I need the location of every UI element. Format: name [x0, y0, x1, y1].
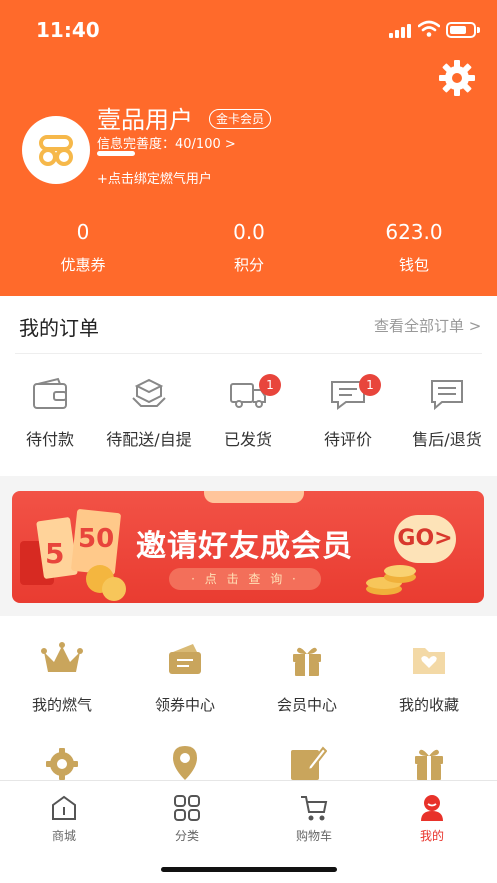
tab-label: 分类: [174, 829, 199, 843]
order-after-sales[interactable]: 售后/退货: [397, 376, 497, 450]
invite-friends-banner[interactable]: 5 50 邀请好友成会员 · 点 击 查 询 · GO>: [12, 491, 484, 603]
feature-coupon-center[interactable]: 领券中心: [125, 640, 245, 715]
wallet-icon: [33, 377, 67, 409]
folder-heart-icon: [413, 648, 445, 674]
signal-icon: [389, 24, 413, 38]
stat-label: 优惠券: [60, 256, 106, 274]
gift-box-icon: [415, 749, 443, 780]
feature-label: 我的燃气: [31, 696, 92, 714]
feature-label: 我的收藏: [398, 696, 459, 714]
user-name: 壹品用户: [97, 106, 193, 134]
avatar[interactable]: [22, 116, 90, 184]
order-label: 待付款: [25, 430, 74, 449]
stat-label: 积分: [233, 256, 264, 274]
order-label: 售后/退货: [412, 430, 482, 449]
feature-label: 领券中心: [154, 696, 215, 714]
banner-go-button[interactable]: GO>: [394, 515, 456, 563]
feature-label: 会员中心: [276, 696, 337, 714]
view-all-orders-link[interactable]: 查看全部订单 >: [374, 315, 481, 336]
home-icon: [52, 795, 76, 820]
bind-gas-user-link[interactable]: +点击绑定燃气用户: [97, 168, 212, 187]
stat-value: 623.0: [385, 220, 443, 244]
order-pending-review[interactable]: 待评价: [298, 376, 398, 450]
stat-label: 钱包: [398, 256, 429, 274]
order-shipped[interactable]: 已发货: [198, 376, 298, 450]
stat-points[interactable]: 0.0 积分: [189, 220, 309, 275]
message-icon: [431, 380, 463, 411]
order-pending-delivery[interactable]: 待配送/自提: [99, 376, 199, 450]
banner-logo-pill: [204, 491, 304, 503]
status-bar: 11:40: [0, 0, 497, 60]
svg-text:5: 5: [45, 537, 64, 570]
orders-section: 我的订单 查看全部订单 > 待付款 待配送/自提 已发货 1 待评价 1 售后/…: [0, 296, 497, 476]
brand-logo-icon: [39, 135, 73, 166]
profile-header: 11:40 壹品用户 金卡会员 信息完善度：40/100 > +点击绑定燃气用户…: [0, 0, 497, 296]
banner-query-button[interactable]: · 点 击 查 询 ·: [169, 568, 321, 590]
tab-category[interactable]: 分类: [142, 793, 232, 844]
order-label: 已发货: [223, 430, 272, 449]
feature-my-gas[interactable]: 我的燃气: [2, 640, 122, 715]
features-grid: 我的燃气 领券中心 会员中心 我的收藏: [0, 616, 497, 784]
shipped-count-badge: 1: [259, 374, 281, 396]
feature-member-center[interactable]: 会员中心: [247, 640, 367, 715]
tab-mall[interactable]: 商城: [19, 793, 109, 844]
feature-my-favorites[interactable]: 我的收藏: [369, 640, 489, 715]
location-pin-icon: [173, 746, 197, 780]
coupon-icon: [169, 644, 201, 674]
banner-section: 5 50 邀请好友成会员 · 点 击 查 询 · GO>: [0, 476, 497, 616]
stat-value: 0: [76, 220, 90, 244]
review-count-badge: 1: [359, 374, 381, 396]
settings-gear-icon[interactable]: [438, 59, 476, 97]
order-label: 待配送/自提: [106, 430, 192, 449]
svg-text:50: 50: [78, 524, 114, 554]
battery-icon: [446, 22, 480, 38]
feature-edit[interactable]: [247, 744, 367, 782]
stat-wallet[interactable]: 623.0 钱包: [354, 220, 474, 275]
info-progress-bar: [97, 151, 135, 156]
stat-value: 0.0: [233, 220, 265, 244]
stat-coupons[interactable]: 0 优惠券: [23, 220, 143, 275]
order-pending-payment[interactable]: 待付款: [0, 376, 100, 450]
user-icon: [421, 795, 443, 821]
divider: [15, 353, 482, 354]
tab-cart[interactable]: 购物车: [269, 793, 359, 844]
cart-icon: [301, 796, 328, 821]
feature-location[interactable]: [125, 744, 245, 782]
banner-title: 邀请好友成会员: [136, 529, 353, 564]
coins-icon: [366, 565, 416, 595]
status-time: 11:40: [36, 18, 100, 42]
tab-mine[interactable]: 我的: [387, 793, 477, 844]
tab-label: 购物车: [295, 829, 332, 843]
gear-icon: [46, 748, 78, 780]
home-indicator: [161, 867, 337, 872]
package-icon: [132, 378, 166, 407]
crown-icon: [41, 642, 83, 672]
wifi-icon: [418, 20, 440, 37]
edit-note-icon: [291, 746, 327, 780]
gift-icon: [293, 647, 321, 676]
coupon-illustration-icon: 5 50: [20, 509, 126, 601]
feature-gift[interactable]: [369, 746, 489, 782]
member-badge: 金卡会员: [209, 109, 272, 129]
info-completeness-link[interactable]: 信息完善度：40/100 >: [97, 133, 236, 152]
order-label: 待评价: [323, 430, 372, 449]
orders-title: 我的订单: [19, 316, 99, 340]
tab-label: 我的: [419, 829, 444, 843]
tab-label: 商城: [51, 829, 76, 843]
grid-icon: [174, 795, 200, 821]
feature-settings[interactable]: [2, 746, 122, 782]
